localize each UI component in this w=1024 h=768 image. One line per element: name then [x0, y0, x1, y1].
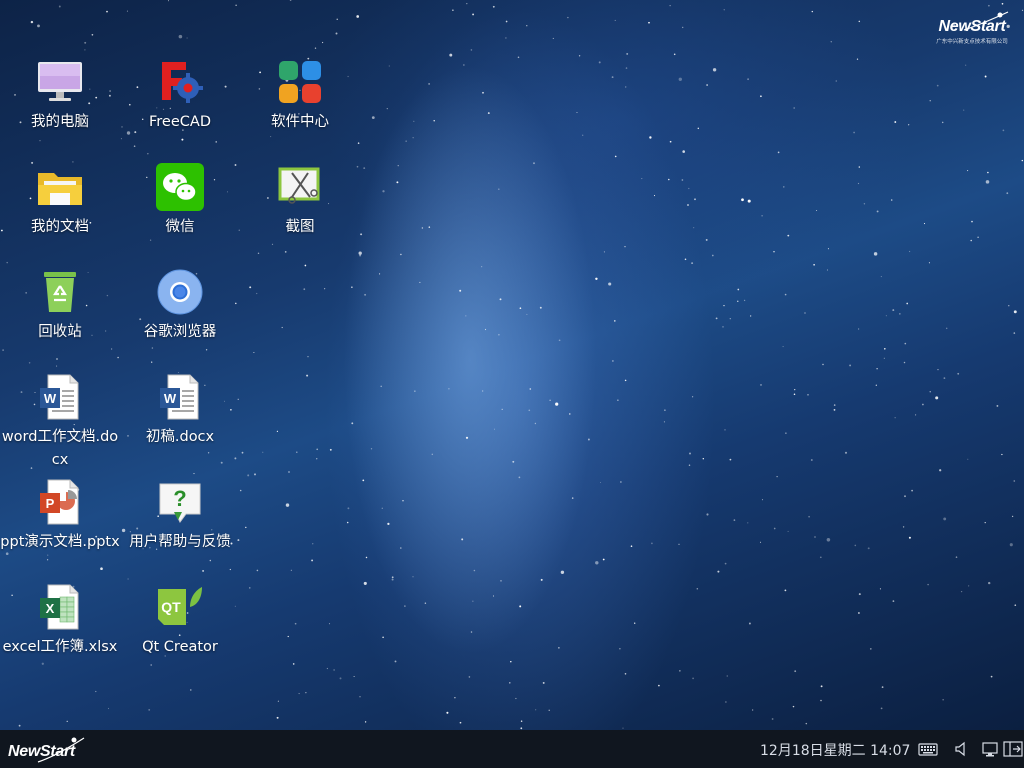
volume-icon[interactable] — [954, 740, 968, 758]
icon-label: FreeCAD — [149, 114, 211, 130]
desktop-icon-wechat[interactable]: 微信 — [120, 163, 240, 263]
taskbar: NewStart 12月18日星期二 14:07 — [0, 730, 1024, 768]
brand-logo-top: NewStart 广东中兴新支点技术有限公司 — [932, 8, 1012, 46]
icon-label: word工作文档.docx — [1, 429, 119, 468]
svg-text:P: P — [46, 496, 55, 511]
svg-text:?: ? — [173, 486, 186, 511]
wechat-icon — [156, 163, 204, 211]
start-menu-button[interactable]: NewStart — [4, 734, 86, 764]
desktop-icon-my-documents[interactable]: 我的文档 — [0, 163, 120, 263]
desktop-icon-draft-document[interactable]: W 初稿.docx — [120, 373, 240, 473]
icon-label: 截图 — [285, 219, 315, 235]
desktop-icon-my-computer[interactable]: 我的电脑 — [0, 58, 120, 158]
icon-label: ppt演示文档.pptx — [0, 534, 120, 550]
software-center-icon — [279, 61, 321, 103]
desktop[interactable]: NewStart 广东中兴新支点技术有限公司 我的电脑 FreeCAD 软件中心… — [0, 0, 1024, 730]
desktop-icon-chrome[interactable]: 谷歌浏览器 — [120, 268, 240, 368]
svg-text:QT: QT — [161, 599, 181, 615]
icon-label: 谷歌浏览器 — [143, 324, 217, 340]
brand-subtitle: 广东中兴新支点技术有限公司 — [936, 39, 1008, 45]
word-doc-icon: W — [40, 374, 79, 420]
network-icon[interactable] — [981, 740, 999, 758]
keyboard-icon[interactable] — [918, 740, 938, 758]
trash-icon — [44, 272, 76, 312]
ppt-doc-icon: P — [40, 479, 79, 525]
desktop-icon-help-feedback[interactable]: ? 用户帮助与反馈 — [120, 478, 240, 578]
desktop-icon-software-center[interactable]: 软件中心 — [240, 58, 360, 158]
icon-label: 我的文档 — [31, 219, 89, 235]
desktop-icon-freecad[interactable]: FreeCAD — [120, 58, 240, 158]
screenshot-icon — [278, 167, 320, 204]
word-doc-icon: W — [160, 374, 199, 420]
qt-creator-icon: QT — [158, 587, 202, 625]
icon-label: 我的电脑 — [31, 114, 89, 130]
desktop-icon-screenshot[interactable]: 截图 — [240, 163, 360, 263]
icon-label: 用户帮助与反馈 — [129, 534, 231, 550]
desktop-icon-ppt-document[interactable]: P ppt演示文档.pptx — [0, 478, 120, 578]
icon-label: 软件中心 — [271, 114, 329, 130]
desktop-icon-excel-workbook[interactable]: X excel工作簿.xlsx — [0, 583, 120, 683]
icon-label: excel工作簿.xlsx — [2, 639, 118, 655]
desktop-icon-trash[interactable]: 回收站 — [0, 268, 120, 368]
chrome-icon — [157, 269, 203, 315]
computer-icon — [38, 62, 82, 101]
help-icon: ? — [159, 483, 201, 523]
svg-text:X: X — [46, 601, 55, 616]
svg-text:W: W — [164, 391, 177, 406]
freecad-icon — [162, 62, 203, 103]
icon-label: 回收站 — [38, 324, 82, 340]
icon-label: 微信 — [165, 219, 195, 235]
brand-swoosh-icon — [37, 737, 85, 763]
icon-label: 初稿.docx — [145, 429, 215, 445]
desktop-icon-qt-creator[interactable]: QT Qt Creator — [120, 583, 240, 683]
clock[interactable]: 12月18日星期二 14:07 — [760, 740, 910, 760]
svg-text:W: W — [44, 391, 57, 406]
icon-label: Qt Creator — [142, 639, 218, 655]
excel-doc-icon: X — [40, 584, 79, 630]
desktop-icon-word-document[interactable]: W word工作文档.docx — [0, 373, 120, 473]
desktop-switch-icon[interactable] — [1003, 740, 1023, 758]
folder-icon — [38, 173, 82, 205]
brand-swoosh-icon — [963, 11, 1009, 31]
